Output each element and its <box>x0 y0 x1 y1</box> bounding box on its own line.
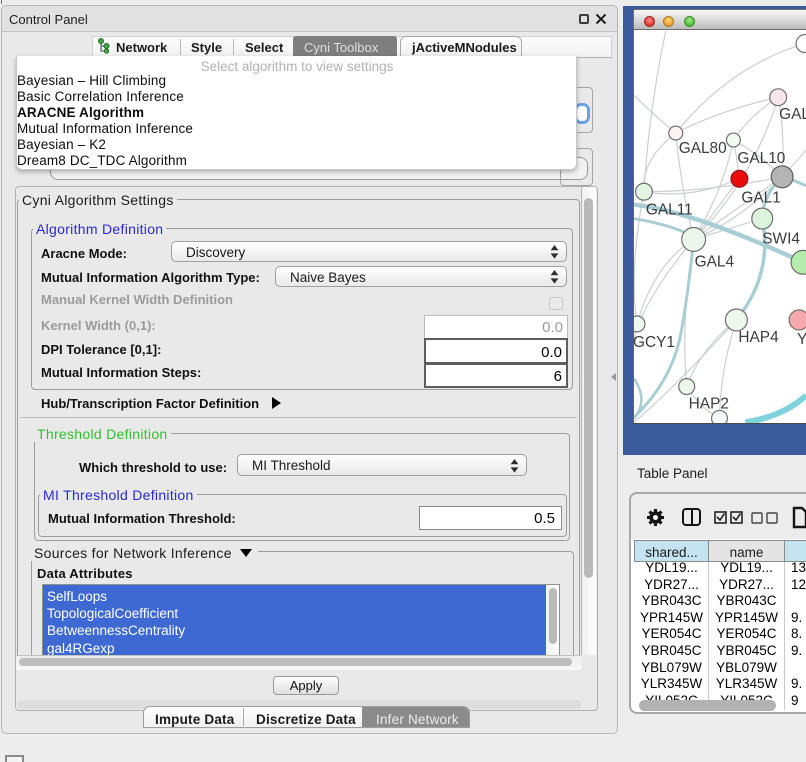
svg-text:GCY1: GCY1 <box>633 334 675 351</box>
svg-text:GAL10: GAL10 <box>737 150 785 167</box>
svg-text:GAL4: GAL4 <box>695 253 735 270</box>
svg-text:SWI4: SWI4 <box>762 230 800 247</box>
svg-text:YJ: YJ <box>797 331 806 348</box>
svg-text:GAL11: GAL11 <box>646 202 693 219</box>
svg-text:HAP2: HAP2 <box>689 395 729 412</box>
svg-text:GAL2: GAL2 <box>779 106 806 123</box>
svg-text:HAP4: HAP4 <box>738 329 779 346</box>
svg-text:GAL1: GAL1 <box>741 190 780 207</box>
svg-text:GAL80: GAL80 <box>679 140 727 157</box>
